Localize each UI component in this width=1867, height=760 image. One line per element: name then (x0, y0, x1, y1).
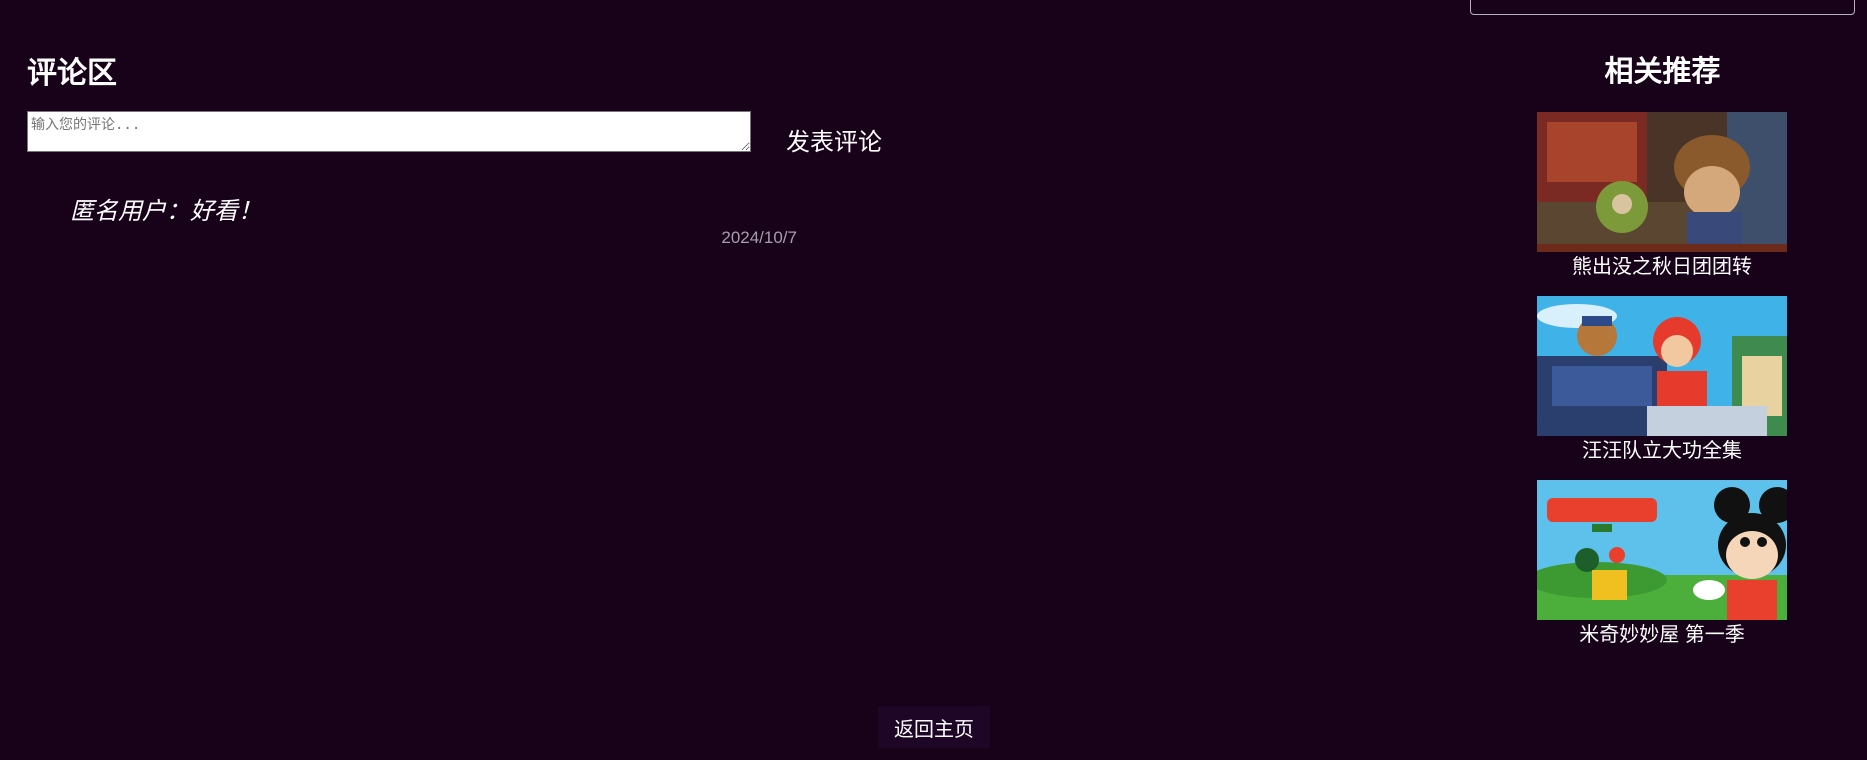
back-to-home-button[interactable]: 返回主页 (878, 706, 990, 748)
comment-date: 2024/10/7 (721, 228, 797, 247)
recommendation-thumbnail[interactable] (1537, 112, 1787, 252)
comments-title: 评论区 (27, 57, 117, 90)
page: 评论区 发表评论 匿名用户：好看！ 2024/10/7 相关推荐 熊出没之秋日团… (0, 0, 1867, 760)
recommendation-thumbnail[interactable] (1537, 480, 1787, 620)
recommendation-label[interactable]: 米奇妙妙屋 第一季 (1537, 620, 1787, 650)
submit-comment-button[interactable]: 发表评论 (786, 126, 882, 160)
top-right-input[interactable] (1470, 0, 1855, 15)
recommendations-title: 相关推荐 (1604, 56, 1721, 88)
comment-item: 匿名用户：好看！ 2024/10/7 (70, 195, 797, 248)
recommendation-card-1[interactable]: 熊出没之秋日团团转 (1537, 112, 1787, 282)
comment-text: 匿名用户：好看！ (70, 198, 262, 225)
recommendation-label[interactable]: 汪汪队立大功全集 (1537, 436, 1787, 466)
recommendation-card-3[interactable]: 米奇妙妙屋 第一季 (1537, 480, 1787, 650)
recommendation-card-2[interactable]: 汪汪队立大功全集 (1537, 296, 1787, 466)
recommendation-thumbnail[interactable] (1537, 296, 1787, 436)
recommendation-label[interactable]: 熊出没之秋日团团转 (1537, 252, 1787, 282)
comment-input[interactable] (27, 111, 751, 152)
